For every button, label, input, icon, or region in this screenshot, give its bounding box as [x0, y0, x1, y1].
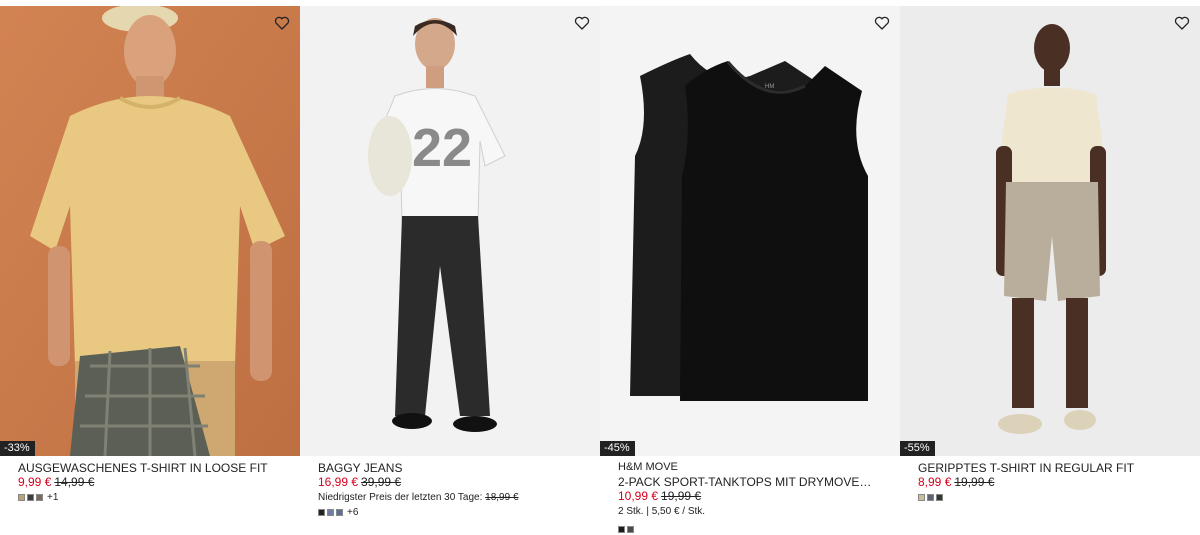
product-photo-baggy-jeans-model: 22: [300, 6, 600, 456]
sale-price: 9,99 €: [18, 475, 52, 489]
heart-outline-icon: [274, 16, 290, 30]
color-swatch[interactable]: [318, 509, 325, 516]
color-swatch[interactable]: [327, 509, 334, 516]
color-swatch[interactable]: [918, 494, 925, 501]
unit-price-info: 2 Stk. | 5,50 € / Stk.: [618, 506, 706, 517]
color-swatch[interactable]: [936, 494, 943, 501]
original-price: 19,99 €: [661, 489, 702, 503]
color-swatch[interactable]: [336, 509, 343, 516]
heart-outline-icon: [1174, 16, 1190, 30]
color-swatches: +1: [18, 492, 300, 503]
product-photo-ribbed-tshirt-model: [900, 6, 1200, 456]
product-photo-tank-tops: HM: [600, 6, 900, 456]
sale-price: 8,99 €: [918, 475, 952, 489]
product-image[interactable]: -55%: [900, 6, 1200, 456]
product-title[interactable]: BAGGY JEANS: [318, 461, 582, 475]
product-brand: H&M MOVE: [618, 461, 678, 473]
product-title[interactable]: 2-PACK SPORT-TANKTOPS MIT DRYMOVE™ IN R.…: [618, 475, 882, 489]
product-info: GERIPPTES T-SHIRT IN REGULAR FIT 8,99 €1…: [900, 456, 1200, 502]
original-price: 39,99 €: [361, 475, 402, 489]
product-title[interactable]: GERIPPTES T-SHIRT IN REGULAR FIT: [918, 461, 1182, 475]
svg-text:HM: HM: [765, 84, 774, 90]
product-photo-tshirt-model: [0, 6, 300, 456]
price-row: 8,99 €19,99 €: [918, 475, 1200, 489]
favorite-button[interactable]: [874, 15, 890, 31]
color-swatch[interactable]: [18, 494, 25, 501]
product-image[interactable]: HM -45%: [600, 6, 900, 456]
product-card[interactable]: -33% AUSGEWASCHENES T-SHIRT IN LOOSE FIT…: [0, 6, 300, 535]
svg-text:22: 22: [412, 118, 472, 178]
color-swatches: +6: [318, 507, 600, 518]
more-colors-count: +1: [47, 492, 59, 503]
original-price: 14,99 €: [54, 475, 95, 489]
color-swatch[interactable]: [36, 494, 43, 501]
price-row: 10,99 €19,99 €: [618, 489, 900, 503]
more-colors-count: +6: [347, 507, 359, 518]
lowest-price-value: 18,99 €: [485, 492, 519, 503]
sale-price: 16,99 €: [318, 475, 359, 489]
product-title[interactable]: AUSGEWASCHENES T-SHIRT IN LOOSE FIT: [18, 461, 282, 475]
favorite-button[interactable]: [274, 15, 290, 31]
lowest-price-label: Niedrigster Preis der letzten 30 Tage:: [318, 492, 483, 503]
product-image[interactable]: -33%: [0, 6, 300, 456]
product-card[interactable]: 22 BAGGY JEANS 16,99 €39,99 € Niedrigste…: [300, 6, 600, 535]
original-price: 19,99 €: [954, 475, 995, 489]
discount-badge: -33%: [0, 441, 35, 456]
color-swatch[interactable]: [27, 494, 34, 501]
color-swatch[interactable]: [627, 526, 634, 533]
product-grid: -33% AUSGEWASCHENES T-SHIRT IN LOOSE FIT…: [0, 0, 1200, 535]
product-card[interactable]: HM -45% H&M MOVE 2-PACK SPORT-TANKTOPS M…: [600, 6, 900, 535]
color-swatches: [618, 525, 900, 534]
heart-outline-icon: [574, 16, 590, 30]
sale-price: 10,99 €: [618, 489, 659, 503]
product-card[interactable]: -55% GERIPPTES T-SHIRT IN REGULAR FIT 8,…: [900, 6, 1200, 535]
favorite-button[interactable]: [574, 15, 590, 31]
favorite-button[interactable]: [1174, 15, 1190, 31]
color-swatch[interactable]: [618, 526, 625, 533]
price-row: 9,99 €14,99 €: [18, 475, 300, 489]
lowest-price-note: Niedrigster Preis der letzten 30 Tage: 1…: [318, 491, 600, 504]
discount-badge: -55%: [900, 441, 935, 456]
product-info: AUSGEWASCHENES T-SHIRT IN LOOSE FIT 9,99…: [0, 456, 300, 503]
price-row: 16,99 €39,99 €: [318, 475, 600, 489]
discount-badge: -45%: [600, 441, 635, 456]
color-swatches: [918, 493, 1200, 502]
product-image[interactable]: 22: [300, 6, 600, 456]
product-info: BAGGY JEANS 16,99 €39,99 € Niedrigster P…: [300, 456, 600, 518]
heart-outline-icon: [874, 16, 890, 30]
product-info: H&M MOVE 2-PACK SPORT-TANKTOPS MIT DRYMO…: [600, 456, 900, 534]
color-swatch[interactable]: [927, 494, 934, 501]
